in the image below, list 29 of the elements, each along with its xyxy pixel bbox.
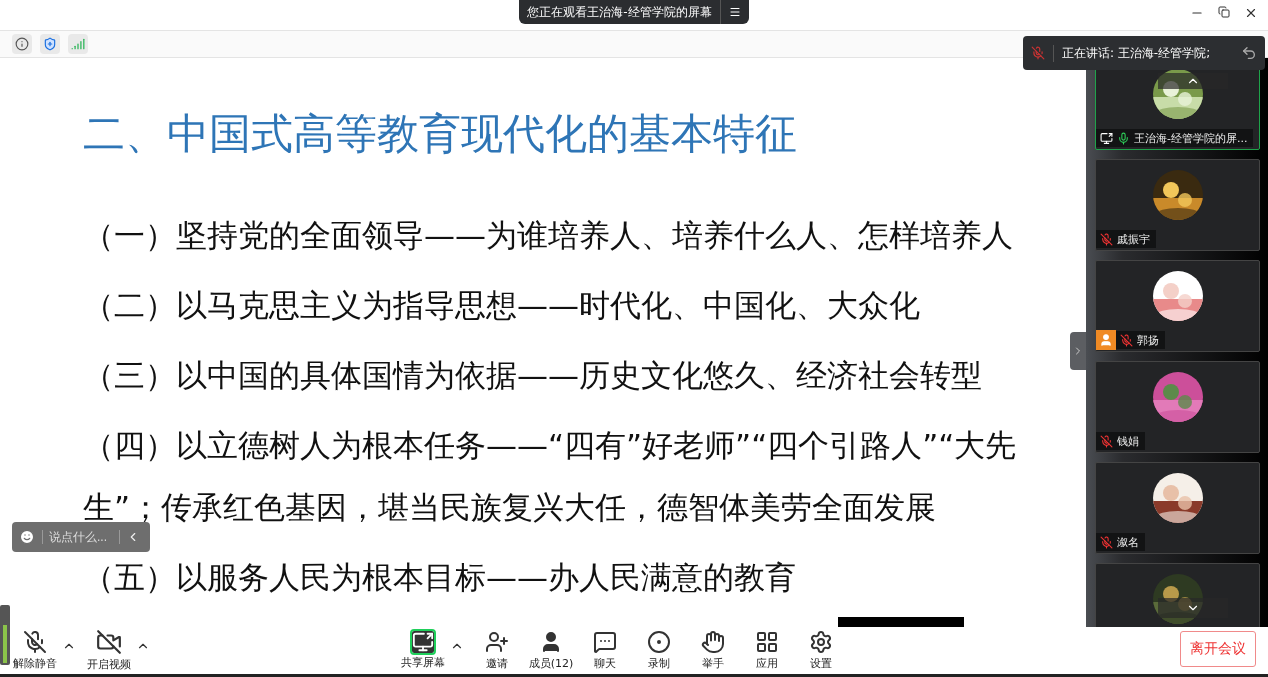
speaker-text: 正在讲话: 王治海-经管学院; <box>1053 44 1233 62</box>
toolbar-button[interactable]: 录制 <box>632 630 686 671</box>
slide-bullet: （一）坚持党的全面领导——为谁培养人、培养什么人、怎样培养人 <box>83 217 1013 253</box>
leave-meeting-button[interactable]: 离开会议 <box>1180 631 1256 667</box>
participant-tile[interactable]: 溆名 <box>1095 462 1260 554</box>
chat-input[interactable]: 说点什么... <box>42 530 120 544</box>
participant-name: 王治海-经管学院的屏... <box>1134 130 1248 146</box>
toolbar-button[interactable]: 解除静音 <box>8 630 62 671</box>
slide-bullet: （五）以服务人民为根本目标——办人民满意的教育 <box>83 559 796 595</box>
banner-text: 您正在观看王治海-经管学院的屏幕 <box>526 3 713 21</box>
participant-name: 钱娟 <box>1117 433 1139 449</box>
slide-bullet: （四）以立德树人为根本任务——“四有”好老师”“四个引路人”“大先生”；传承红色基因，堪当民族复兴大任，德智体美劳全面发展 <box>83 427 1017 525</box>
participant-tile[interactable]: 戚振宇 <box>1095 159 1260 251</box>
toolbar-button[interactable]: 邀请 <box>470 630 524 671</box>
participant-tile[interactable]: 郭扬 <box>1095 260 1260 352</box>
slide-title: 二、中国式高等教育现代化的基本特征 <box>83 108 798 160</box>
participant-tile[interactable]: 钱娟 <box>1095 361 1260 453</box>
toolbar-button[interactable]: 设置 <box>794 630 848 671</box>
toolbar-button[interactable]: 聊天 <box>578 630 632 671</box>
participant-name: 戚振宇 <box>1117 231 1150 247</box>
participant-name: 郭扬 <box>1137 332 1159 348</box>
slide-bullet: （三）以中国的具体国情为依据——历史文化悠久、经济社会转型 <box>83 357 982 393</box>
toolbar-button[interactable]: 开启视频 <box>82 629 136 672</box>
toolbar-button[interactable]: 共享屏幕 <box>396 631 450 670</box>
toolbar-button[interactable]: 举手 <box>686 630 740 671</box>
participant-name: 溆名 <box>1117 534 1139 550</box>
toolbar-button[interactable]: 应用 <box>740 630 794 671</box>
slide-bullet: （二）以马克思主义为指导思想——时代化、中国化、大众化 <box>83 287 920 323</box>
toolbar-button[interactable]: 成员(12) <box>524 630 578 671</box>
